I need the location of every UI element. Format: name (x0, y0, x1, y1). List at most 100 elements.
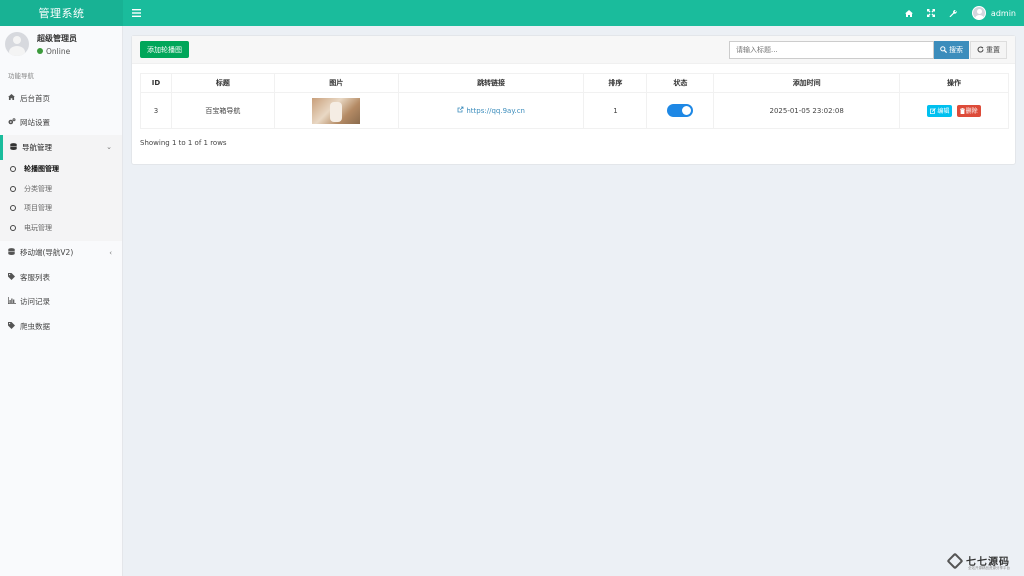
sidebar-item-customer-service[interactable]: 客服列表 (0, 265, 122, 290)
sidebar: 超级管理员 Online 功能导航 后台首页 网站设置 导航管理 ⌄ 轮播图管理 (0, 26, 123, 576)
sidebar-subitem-project[interactable]: 项目管理 (0, 198, 122, 218)
external-link-icon (457, 106, 464, 113)
sidebar-item-dashboard[interactable]: 后台首页 (0, 86, 122, 111)
chevron-left-icon: ‹ (109, 248, 112, 257)
tools-button[interactable] (942, 0, 964, 26)
table-header-row: ID 标题 图片 跳转链接 排序 状态 添加时间 操作 (140, 73, 1009, 93)
user-status: Online (37, 47, 77, 56)
column-header-actions: 操作 (899, 73, 1009, 93)
search-button[interactable]: 搜索 (934, 40, 969, 59)
expand-icon (926, 9, 935, 17)
sidebar-item-crawler[interactable]: 爬虫数据 (0, 314, 122, 339)
app-title[interactable]: 管理系统 (0, 0, 123, 26)
search-input[interactable] (729, 40, 934, 59)
delete-button[interactable]: 删除 (956, 104, 981, 117)
header-username: admin (990, 8, 1016, 18)
cell-link: https://qq.9ay.cn (397, 92, 585, 129)
column-header-time[interactable]: 添加时间 (713, 73, 901, 93)
watermark: 七七源码 全站开源精品资源分享平台 (946, 552, 1010, 570)
carousel-thumbnail[interactable] (312, 97, 361, 124)
sidebar-submenu: 轮播图管理 分类管理 项目管理 电玩管理 (0, 159, 122, 241)
user-menu[interactable]: admin (971, 6, 1016, 20)
cell-id: 3 (140, 92, 172, 129)
sidebar-item-label: 移动端(导航V2) (20, 248, 74, 258)
circle-icon (10, 185, 16, 192)
sidebar-user-name: 超级管理员 (37, 33, 77, 43)
sidebar-item-label: 网站设置 (20, 118, 50, 128)
edit-button-label: 编辑 (937, 108, 950, 115)
bar-chart-icon (8, 297, 20, 306)
table-row: 3 百宝箱导航 https://qq.9ay.cn 1 2025-01-05 2… (140, 92, 1009, 129)
sidebar-item-label: 后台首页 (20, 93, 50, 103)
cell-time: 2025-01-05 23:02:08 (713, 92, 901, 129)
search-button-label: 搜索 (949, 45, 963, 54)
home-icon (8, 94, 20, 102)
chevron-down-icon: ⌄ (106, 143, 112, 152)
home-button[interactable] (898, 0, 920, 26)
tags-icon (8, 321, 20, 331)
sidebar-item-mobile[interactable]: 移动端(导航V2) ‹ (0, 241, 122, 266)
sidebar-toggle-button[interactable] (125, 0, 147, 26)
column-header-image[interactable]: 图片 (273, 73, 399, 93)
toggle-knob (682, 106, 692, 115)
sidebar-subitem-category[interactable]: 分类管理 (0, 179, 122, 199)
pagination-info: Showing 1 to 1 of 1 rows (140, 139, 227, 147)
column-header-sort[interactable]: 排序 (583, 73, 648, 93)
sidebar-item-visit-log[interactable]: 访问记录 (0, 290, 122, 315)
sidebar-subitem-label: 项目管理 (24, 204, 52, 213)
sidebar-subitem-label: 分类管理 (24, 184, 52, 193)
circle-icon (10, 205, 16, 212)
reset-button[interactable]: 重置 (970, 40, 1007, 59)
sidebar-subitem-gaming[interactable]: 电玩管理 (0, 218, 122, 238)
trash-icon (959, 107, 965, 114)
tags-icon (8, 272, 20, 282)
sidebar-item-label: 访问记录 (20, 297, 50, 307)
bars-icon (131, 9, 141, 17)
carousel-list-panel: 添加轮播图 搜索 重置 ID 标题 图片 跳转链接 排序 状态 添加时间 操 (131, 35, 1016, 165)
search-icon (940, 46, 947, 53)
circle-icon (10, 166, 16, 173)
fullscreen-button[interactable] (920, 0, 942, 26)
column-header-id[interactable]: ID (140, 73, 172, 93)
sidebar-item-nav-manage[interactable]: 导航管理 ⌄ (0, 135, 122, 160)
jump-link[interactable]: https://qq.9ay.cn (457, 106, 525, 115)
avatar (971, 6, 986, 20)
refresh-icon (977, 46, 984, 53)
wrench-icon (949, 10, 957, 17)
circle-icon (10, 224, 16, 231)
cell-sort: 1 (583, 92, 648, 129)
cell-title: 百宝箱导航 (170, 92, 275, 129)
home-icon (904, 9, 913, 17)
edit-button[interactable]: 编辑 (927, 104, 953, 117)
brand-logo-icon (946, 552, 964, 569)
cogs-icon (8, 118, 20, 127)
top-header: 管理系统 admin (0, 0, 1024, 26)
sidebar-subitem-label: 轮播图管理 (24, 165, 59, 174)
jump-link-label: https://qq.9ay.cn (466, 107, 525, 115)
sidebar-item-label: 客服列表 (20, 272, 50, 282)
avatar (5, 32, 29, 56)
database-icon (8, 248, 20, 257)
reset-button-label: 重置 (986, 45, 1000, 54)
sidebar-subitem-label: 电玩管理 (24, 223, 52, 232)
cell-status (646, 92, 715, 129)
nav-header: 功能导航 (8, 72, 34, 80)
sidebar-item-label: 爬虫数据 (20, 321, 50, 331)
sidebar-item-label: 导航管理 (22, 142, 52, 152)
column-header-link[interactable]: 跳转链接 (397, 73, 585, 93)
watermark-subtext: 全站开源精品资源分享平台 (968, 566, 1010, 570)
user-status-label: Online (46, 46, 71, 56)
sidebar-item-settings[interactable]: 网站设置 (0, 111, 122, 136)
status-toggle[interactable] (667, 104, 694, 117)
edit-icon (930, 107, 937, 114)
sidebar-subitem-carousel[interactable]: 轮播图管理 (0, 159, 122, 179)
search-group: 搜索 重置 (729, 40, 1007, 59)
column-header-title[interactable]: 标题 (170, 73, 275, 93)
delete-button-label: 删除 (965, 108, 978, 115)
cell-actions: 编辑 删除 (899, 92, 1009, 129)
add-carousel-button[interactable]: 添加轮播图 (140, 41, 189, 58)
column-header-status[interactable]: 状态 (646, 73, 715, 93)
user-panel: 超级管理员 Online (0, 26, 122, 62)
online-dot-icon (37, 48, 43, 54)
database-icon (10, 142, 22, 152)
